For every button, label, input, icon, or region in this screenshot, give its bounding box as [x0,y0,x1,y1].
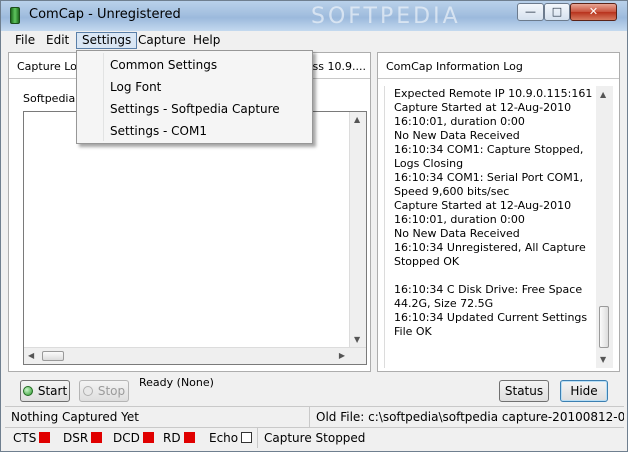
menu-item-common-settings[interactable]: Common Settings [110,58,217,72]
dsr-label: DSR [63,431,89,445]
maximize-button[interactable]: □ [544,3,570,21]
menu-gutter [103,53,104,141]
echo-indicator: Echo [209,431,253,445]
menu-edit[interactable]: Edit [41,32,74,49]
horizontal-scroll-thumb[interactable] [42,351,64,361]
status-button[interactable]: Status [499,380,549,402]
scroll-down-icon[interactable]: ▼ [600,355,606,364]
status-bar-files: Nothing Captured Yet Old File: c:\softpe… [5,406,624,427]
menu-item-log-font[interactable]: Log Font [110,80,161,94]
information-log-textbox[interactable]: Expected Remote IP 10.9.0.115:161 Captur… [384,86,613,368]
scroll-up-icon[interactable]: ▲ [354,115,360,124]
scroll-left-icon[interactable]: ◀ [28,351,34,360]
start-button[interactable]: Start [20,380,70,402]
menu-bar: File Edit Settings Capture Help [1,31,627,50]
cts-indicator: CTS [13,431,51,445]
cts-label: CTS [13,431,37,445]
echo-led-icon [241,432,253,443]
echo-label: Echo [209,431,239,445]
app-icon [10,7,20,24]
dcd-led-icon [142,432,154,443]
softpedia-watermark: SOFTPEDIA [311,4,461,29]
cts-led-icon [39,432,51,443]
dcd-indicator: DCD [113,431,154,445]
comcap-window: ComCap - Unregistered SOFTPEDIA — □ ✕ Fi… [0,0,628,452]
stop-button-label: Stop [97,384,126,398]
stop-led-icon [82,386,93,396]
dsr-indicator: DSR [63,431,103,445]
title-bar[interactable]: ComCap - Unregistered SOFTPEDIA — □ ✕ [1,1,627,31]
status-bar-signals: CTS DSR DCD RD Echo Capture Stopped [5,427,624,448]
start-button-label: Start [37,384,68,398]
rd-label: RD [163,431,181,445]
start-led-icon [22,386,33,396]
menu-item-softpedia-capture-settings[interactable]: Settings - Softpedia Capture [110,102,280,116]
dsr-led-icon [91,432,103,443]
rd-led-icon [183,432,195,443]
capture-log-title: Capture Log [17,60,84,73]
capture-status-text: Nothing Captured Yet [11,410,139,424]
scroll-up-icon[interactable]: ▲ [600,90,606,99]
capture-list-vertical-scrollbar[interactable]: ▲ ▼ [349,112,366,364]
scroll-right-icon[interactable]: ▶ [339,351,345,360]
menu-file[interactable]: File [10,32,40,49]
capture-stopped-status: Capture Stopped [257,428,365,448]
information-log-text: Expected Remote IP 10.9.0.115:161 Captur… [394,87,593,338]
minimize-button[interactable]: — [517,3,544,21]
rd-indicator: RD [163,431,195,445]
information-log-header: ComCap Information Log [378,53,619,79]
menu-item-com1-settings[interactable]: Settings - COM1 [110,124,207,138]
information-log-pane: ComCap Information Log Expected Remote I… [377,52,620,372]
dcd-label: DCD [113,431,140,445]
info-log-vertical-scrollbar[interactable]: ▲ ▼ [596,86,613,368]
vertical-scroll-thumb[interactable] [599,306,609,348]
menu-capture[interactable]: Capture [133,32,191,49]
capture-list-horizontal-scrollbar[interactable]: ◀ ▶ [24,347,366,364]
menu-help[interactable]: Help [188,32,225,49]
settings-dropdown-menu: Common Settings Log Font Settings - Soft… [76,50,313,144]
capture-data-list[interactable]: ▲ ▼ ◀ ▶ [23,111,367,365]
hide-button[interactable]: Hide [560,380,608,402]
menu-settings[interactable]: Settings [76,32,138,49]
close-button[interactable]: ✕ [570,3,617,21]
old-file-path: Old File: c:\softpedia\softpedia capture… [309,407,624,427]
scroll-down-icon[interactable]: ▼ [354,335,360,344]
ready-status-text: Ready (None) [139,376,214,389]
window-title: ComCap - Unregistered [29,7,181,22]
stop-button[interactable]: Stop [79,380,129,402]
